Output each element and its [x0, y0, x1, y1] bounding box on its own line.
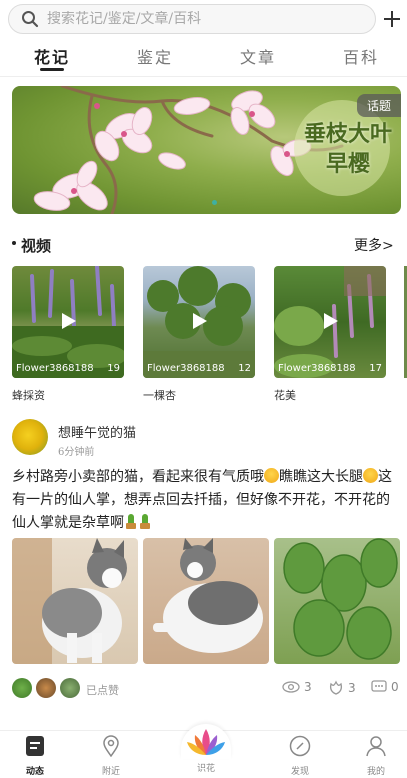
video-caption: 一棵杏 [143, 389, 176, 402]
post-text-part: 乡村路旁小卖部的猫，看起来很有气质哦 [12, 469, 264, 485]
plus-icon [384, 11, 400, 27]
nav-me[interactable]: 我的 [350, 735, 402, 777]
video-caption: 蜂採资 [12, 389, 45, 402]
topic-tag: 话题 [356, 94, 401, 117]
flower-like-icon [330, 680, 342, 695]
banner-title-line1: 垂枝大叶 [304, 122, 393, 147]
eye-icon [282, 681, 300, 693]
play-icon [324, 313, 338, 329]
video-author: Flower3868188 [16, 363, 94, 374]
user-icon [366, 736, 386, 757]
avatar[interactable] [36, 678, 56, 698]
nav-label: 附近 [101, 767, 120, 777]
active-tab-indicator [40, 68, 64, 71]
cat-image [153, 538, 263, 653]
search-icon [22, 11, 39, 28]
play-icon [193, 313, 207, 329]
nav-feed[interactable]: 动态 [9, 735, 61, 777]
likes-count: 3 [348, 681, 356, 695]
liked-label: 已点赞 [86, 684, 119, 697]
avatar[interactable] [12, 678, 32, 698]
views-counter: 3 [282, 680, 312, 694]
tab-notes[interactable]: 花记 [22, 44, 82, 68]
avatar[interactable] [60, 678, 80, 698]
cactus-image [283, 538, 398, 660]
liker-avatars [12, 678, 84, 698]
post-timestamp: 6分钟前 [58, 447, 95, 458]
nav-label: 动态 [25, 767, 44, 777]
video-thumb-1[interactable]: Flower3868188 19 [12, 266, 124, 378]
comment-button[interactable]: 0 [371, 680, 399, 694]
video-author: Flower3868188 [278, 363, 356, 374]
search-bar[interactable] [8, 4, 376, 34]
video-count: 12 [238, 363, 251, 374]
video-thumb-2[interactable]: Flower3868188 12 [143, 266, 255, 378]
lotus-icon [187, 729, 225, 755]
section-bullet [12, 241, 16, 245]
cactus-emoji-icon [126, 514, 136, 529]
video-author: Flower3868188 [147, 363, 225, 374]
topic-banner[interactable]: 话题 垂枝大叶 早樱 [12, 86, 401, 214]
smile-emoji-icon [264, 468, 279, 483]
cactus-emoji-icon [140, 514, 150, 529]
video-caption: 花美 [274, 389, 296, 402]
tab-encyclopedia[interactable]: 百科 [331, 44, 391, 68]
divider [0, 76, 407, 77]
play-icon [62, 313, 76, 329]
post-photo-2[interactable] [143, 538, 269, 664]
video-section-title: 视频 [21, 237, 52, 255]
add-button[interactable] [380, 6, 404, 32]
video-thumb-3[interactable]: Flower3868188 17 [274, 266, 386, 378]
compass-icon [289, 735, 311, 757]
tab-articles[interactable]: 文章 [228, 44, 288, 68]
banner-title-line2: 早樱 [325, 152, 370, 177]
views-count: 3 [304, 680, 312, 694]
feed-icon [26, 736, 44, 756]
cat-image [12, 538, 127, 664]
post-photo-1[interactable] [12, 538, 138, 664]
nav-label: 我的 [366, 767, 385, 777]
nav-discover[interactable]: 发现 [274, 735, 326, 777]
post-username[interactable]: 想睡午觉的猫 [58, 422, 136, 441]
center-button-bg [181, 724, 231, 759]
nav-label: 识花 [196, 764, 215, 774]
post-text-part: 瞧瞧这大长腿 [279, 469, 363, 485]
video-count: 19 [107, 363, 120, 374]
like-button[interactable]: 3 [328, 680, 356, 696]
grin-emoji-icon [363, 468, 378, 483]
video-count: 17 [369, 363, 382, 374]
tab-identify[interactable]: 鉴定 [125, 44, 185, 68]
nav-nearby[interactable]: 附近 [85, 735, 137, 777]
carousel-indicator [212, 200, 217, 205]
post-photo-3[interactable] [274, 538, 400, 664]
comment-icon [371, 680, 387, 692]
more-videos-link[interactable]: 更多> [354, 235, 394, 255]
location-pin-icon [103, 735, 119, 758]
search-input[interactable] [47, 11, 347, 27]
banner-title: 垂枝大叶 早樱 [304, 120, 392, 180]
comments-count: 0 [391, 680, 399, 694]
tab-bar: 花记 鉴定 文章 百科 [0, 44, 407, 74]
post-text: 乡村路旁小卖部的猫，看起来很有气质哦 瞧瞧这大长腿 这有一片的仙人掌，想弄点回去扦插… [12, 466, 400, 535]
avatar[interactable] [12, 419, 48, 455]
nav-identify-flower[interactable]: 识花 [174, 724, 238, 774]
nav-label: 发现 [290, 767, 309, 777]
